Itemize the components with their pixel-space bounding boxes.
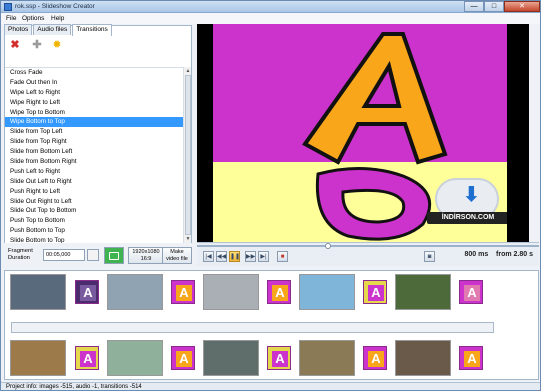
transition-thumbnail[interactable]: A [75,346,99,370]
transition-item[interactable]: Slide Out Top to Bottom [5,206,183,216]
app-window: rok.ssp - Slideshow Creator — □ ✕ File O… [0,0,541,391]
title-bar: rok.ssp - Slideshow Creator — □ ✕ [1,1,540,13]
window-title: rok.ssp - Slideshow Creator [15,3,95,10]
close-button[interactable]: ✕ [504,1,540,12]
duration-spinner[interactable] [87,249,99,261]
transition-item[interactable]: Slide from Bottom Right [5,157,183,167]
transition-item[interactable]: Wipe Top to Bottom [5,108,183,118]
make-video-button[interactable]: Make video file [162,247,192,264]
camera-button[interactable] [104,247,124,264]
add-icon[interactable]: ✚ [31,39,43,51]
stop-button[interactable]: ■ [277,251,288,262]
app-icon [4,3,12,11]
transition-thumbnail[interactable]: A [459,346,483,370]
list-scrollbar[interactable]: ▲ ▼ [183,67,191,243]
resolution-line1: 1920x1080 [132,249,160,255]
prev-frame-button[interactable]: ◀◀ [216,251,227,262]
fragment-label-line2: Duration [8,254,30,261]
transition-item[interactable]: Slide from Bottom Left [5,147,183,157]
make-video-line2: video file [166,256,188,262]
time-from: from 2.80 s [496,251,533,258]
transition-item[interactable]: Slide from Top Left [5,127,183,137]
menu-bar: File Options Help [1,13,540,24]
transition-thumbnail[interactable]: A [75,280,99,304]
menu-options[interactable]: Options [22,15,44,22]
transition-item[interactable]: Cross Fade [5,68,183,78]
camera-icon [109,252,119,260]
fragment-label-line1: Fragment [8,248,33,254]
seek-knob[interactable] [325,243,331,249]
scroll-down-icon[interactable]: ▼ [184,235,192,243]
slide-preview: ⬇ İNDİRSON.COM [213,24,507,242]
photo-thumbnail[interactable] [395,274,451,310]
time-ms: 800 ms [464,251,489,258]
delete-icon[interactable]: ✖ [9,39,21,51]
transition-item[interactable]: Push Left to Right [5,167,183,177]
transition-item[interactable]: Push Bottom to Top [5,226,183,236]
photo-thumbnail[interactable] [203,274,259,310]
transition-item[interactable]: Slide Out Right to Left [5,197,183,207]
scroll-thumb[interactable] [185,75,191,235]
seek-bar[interactable] [197,243,539,249]
transitions-list: Cross Fade Fade Out then In Wipe Left to R… [5,67,183,243]
make-video-line1: Make [170,249,184,255]
transition-item[interactable]: Slide Out Left to Right [5,177,183,187]
preview-area: ⬇ İNDİRSON.COM [197,24,529,242]
watermark-text: İNDİRSON.COM [427,212,507,224]
star-icon[interactable]: ✹ [51,39,63,51]
transition-thumbnail[interactable]: A [363,280,387,304]
minimize-button[interactable]: — [464,1,484,12]
menu-help[interactable]: Help [51,15,64,22]
timeline-row-2: A A A A A [5,337,538,377]
transitions-toolbar: ✖ ✚ ✹ [5,37,185,55]
transition-item[interactable]: Wipe Right to Left [5,98,183,108]
photo-thumbnail[interactable] [10,274,66,310]
playback-time: 800 ms from 2.80 s [465,251,534,258]
photo-thumbnail[interactable] [395,340,451,376]
last-frame-button[interactable]: ▶| [258,251,269,262]
photo-thumbnail[interactable] [107,340,163,376]
resolution-line2: 16:9 [140,256,152,262]
timeline-strip: A A A A A A A A A A [4,270,539,380]
transition-thumbnail[interactable]: A [363,346,387,370]
resolution-button[interactable]: 1920x1080 16:9 [128,247,164,264]
tab-transitions[interactable]: Transitions [72,24,112,36]
fragment-controls: Fragment Duration 00:05,000 1920x1080 16… [4,244,194,266]
next-frame-button[interactable]: ▶▶ [245,251,256,262]
transition-item[interactable]: Push Top to Bottom [5,216,183,226]
tab-photos[interactable]: Photos [4,24,33,35]
transition-thumbnail[interactable]: A [459,280,483,304]
photo-thumbnail[interactable] [203,340,259,376]
scroll-up-icon[interactable]: ▲ [184,67,192,75]
transition-item[interactable]: Slide from Top Right [5,137,183,147]
transition-item[interactable]: Slide Bottom to Top [5,236,183,243]
tab-audio-files[interactable]: Audio files [33,24,72,35]
transition-thumbnail[interactable]: A [171,346,195,370]
photo-thumbnail[interactable] [107,274,163,310]
fragment-duration-label: Fragment Duration [8,248,33,261]
transition-item[interactable]: Fade Out then In [5,78,183,88]
photo-thumbnail[interactable] [299,274,355,310]
player-controls: |◀ ◀◀ ❚❚ ▶▶ ▶| ■ ◙ 800 ms from 2.80 s [197,242,539,266]
status-bar: Project info: images -515, audio -1, tra… [1,382,540,390]
menu-file[interactable]: File [6,15,16,22]
transition-item[interactable]: Wipe Bottom to Top [5,117,183,128]
transition-thumbnail[interactable]: A [267,280,291,304]
audio-track[interactable] [11,322,494,333]
transition-item[interactable]: Push Right to Left [5,187,183,197]
timeline-row-1: A A A A A [5,271,538,311]
first-frame-button[interactable]: |◀ [203,251,214,262]
snapshot-button[interactable]: ◙ [424,251,435,262]
transition-thumbnail[interactable]: A [171,280,195,304]
maximize-button[interactable]: □ [484,1,504,12]
fragment-duration-input[interactable]: 00:05,000 [43,249,85,261]
pause-button[interactable]: ❚❚ [229,251,240,262]
download-arrow-icon: ⬇ [463,184,480,206]
transition-item[interactable]: Wipe Left to Right [5,88,183,98]
photo-thumbnail[interactable] [299,340,355,376]
transition-thumbnail[interactable]: A [267,346,291,370]
watermark-logo: ⬇ İNDİRSON.COM [427,174,507,234]
photo-thumbnail[interactable] [10,340,66,376]
